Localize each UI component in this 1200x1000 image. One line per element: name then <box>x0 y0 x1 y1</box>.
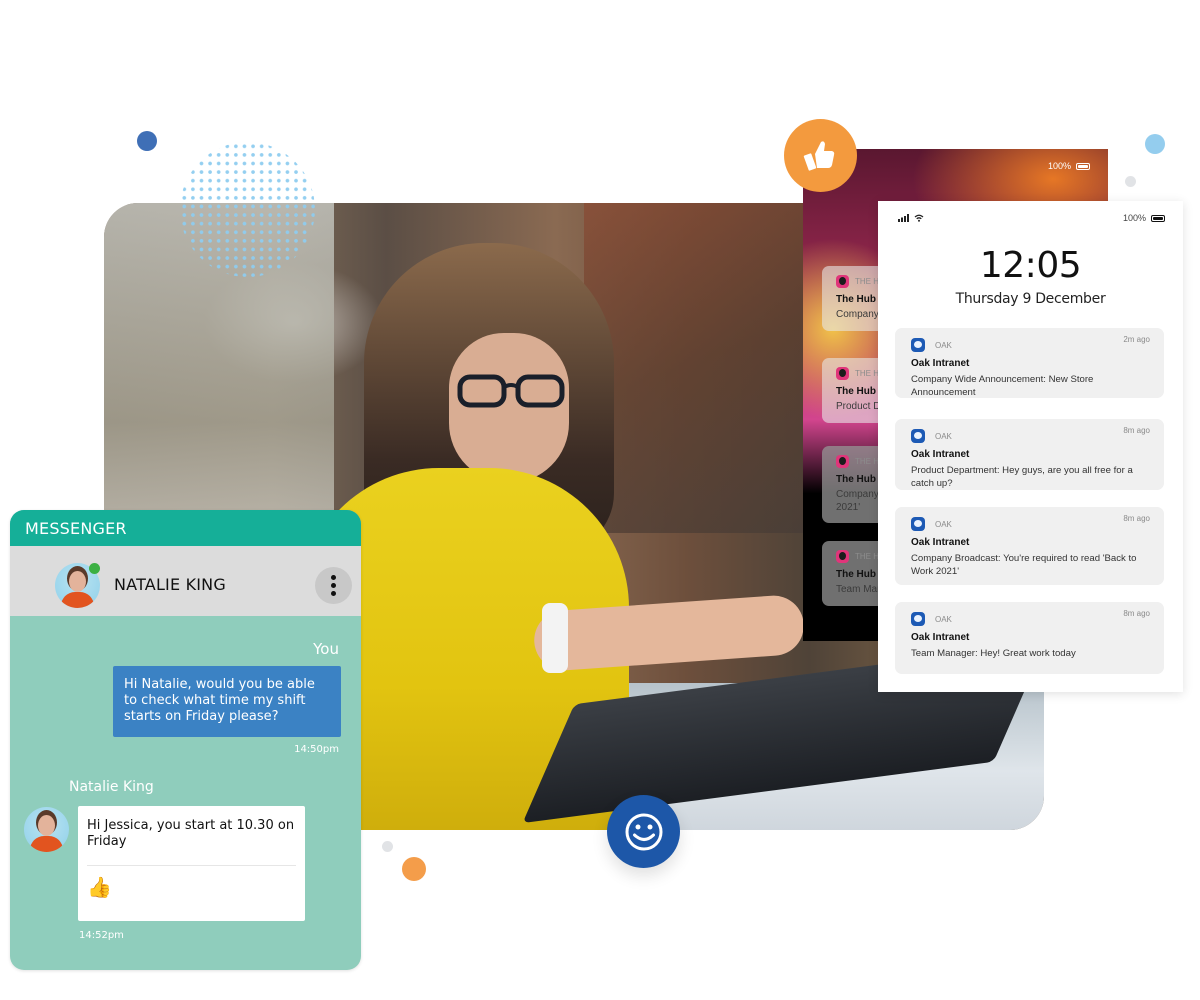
like-badge <box>784 119 857 192</box>
more-vertical-icon-dot <box>331 583 336 588</box>
oak-app-icon <box>911 429 925 443</box>
notification-title: Oak Intranet <box>911 358 970 369</box>
message-sender-label: Natalie King <box>69 779 154 795</box>
notification-app-name: THE H <box>855 277 879 286</box>
lockscreen-date: Thursday 9 December <box>955 291 1106 307</box>
avatar-face <box>38 815 55 836</box>
oak-app-icon <box>911 338 925 352</box>
thumbs-up-reaction-icon: 👍 <box>87 877 112 899</box>
more-vertical-icon-dot <box>331 591 336 596</box>
messenger-window: MESSENGER NATALIE KING You Hi Natalie, w… <box>10 510 361 970</box>
decorative-dot-grey <box>1125 176 1136 187</box>
battery-icon <box>1151 214 1165 222</box>
notification-time: 8m ago <box>1123 514 1150 523</box>
oak-notification[interactable]: OAK 2m ago Oak Intranet Company Wide Ann… <box>895 328 1164 398</box>
notification-app-name: OAK <box>935 519 952 529</box>
notification-app-name: THE H <box>855 369 879 378</box>
more-vertical-icon <box>331 575 336 580</box>
notification-body: Team Manager: Hey! Great work today <box>911 648 1076 659</box>
halftone-pattern <box>180 142 315 277</box>
messenger-contact-bar[interactable]: NATALIE KING <box>10 546 361 616</box>
decorative-dot-grey <box>382 841 393 852</box>
phone-back-status-bar: 100% <box>1048 161 1090 171</box>
notification-title: Oak Intranet <box>911 449 970 460</box>
oak-notification[interactable]: OAK 8m ago Oak Intranet Product Departme… <box>895 419 1164 490</box>
incoming-message-bubble: Hi Jessica, you start at 10.30 on Friday… <box>78 806 305 921</box>
message-divider <box>87 865 296 866</box>
signal-icon <box>898 214 909 222</box>
message-timestamp: 14:50pm <box>294 744 339 755</box>
notification-body: Company Broadcast: You're required to re… <box>911 553 1137 577</box>
notification-app-name: THE H <box>855 457 879 466</box>
avatar-face <box>69 571 86 592</box>
hub-app-icon <box>836 367 849 380</box>
notification-app-name: THE H <box>855 552 879 561</box>
smile-badge <box>607 795 680 868</box>
phone-front-status-bar: 100% <box>898 213 1165 223</box>
message-timestamp: 14:52pm <box>79 930 124 941</box>
incoming-message-text: Hi Jessica, you start at 10.30 on Friday <box>87 818 295 849</box>
battery-icon <box>1076 162 1090 170</box>
sender-avatar <box>24 807 69 852</box>
notification-time: 2m ago <box>1123 335 1150 344</box>
oak-notification[interactable]: OAK 8m ago Oak Intranet Team Manager: He… <box>895 602 1164 674</box>
message-sender-label: You <box>313 640 339 658</box>
notification-title: Oak Intranet <box>911 632 970 643</box>
hub-app-icon <box>836 550 849 563</box>
notification-time: 8m ago <box>1123 609 1150 618</box>
hub-app-icon <box>836 275 849 288</box>
online-status-indicator <box>89 563 100 574</box>
lockscreen-time: 12:05 <box>979 245 1082 286</box>
photo-smartwatch <box>542 603 568 673</box>
photo-glasses <box>457 374 565 408</box>
notification-body: Company Wide Announcement: New Store Ann… <box>911 374 1094 398</box>
notification-app-name: OAK <box>935 431 952 441</box>
more-options-button[interactable] <box>315 567 352 604</box>
decorative-dot-orange <box>402 857 426 881</box>
contact-name: NATALIE KING <box>114 575 226 594</box>
smiley-face-icon <box>625 813 662 850</box>
avatar-body <box>61 592 94 608</box>
battery-percent: 100% <box>1047 161 1071 171</box>
notification-body: Product Department: Hey guys, are you al… <box>911 465 1133 489</box>
notification-time: 8m ago <box>1123 426 1150 435</box>
oak-app-icon <box>911 517 925 531</box>
outgoing-message-bubble: Hi Natalie, would you be able to check w… <box>113 666 341 737</box>
notification-app-name: OAK <box>935 614 952 624</box>
hub-app-icon <box>836 455 849 468</box>
phone-front-lockscreen: 100% 12:05 Thursday 9 December OAK 2m ag… <box>878 201 1183 692</box>
avatar-body <box>30 836 63 852</box>
wifi-icon <box>914 214 924 222</box>
notification-title: Oak Intranet <box>911 537 970 548</box>
decorative-dot-lightblue <box>1145 134 1165 154</box>
thumbs-up-icon <box>803 140 834 171</box>
messenger-title: MESSENGER <box>10 510 361 546</box>
decorative-dot-blue <box>137 131 157 151</box>
battery-percent: 100% <box>1122 213 1146 223</box>
oak-app-icon <box>911 612 925 626</box>
oak-notification[interactable]: OAK 8m ago Oak Intranet Company Broadcas… <box>895 507 1164 585</box>
notification-app-name: OAK <box>935 340 952 350</box>
